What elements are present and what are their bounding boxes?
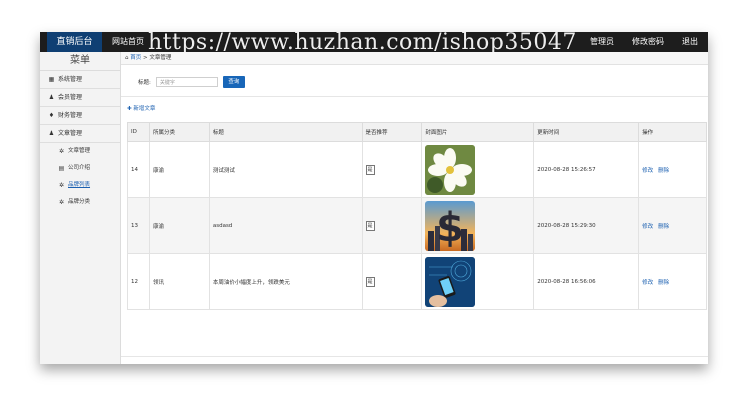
sidebar-item-articles[interactable]: ♟ 文章管理 — [40, 125, 120, 143]
sidebar: 菜单 ▦ 系统管理 ♟ 会员管理 ♦ 财务管理 ♟ 文章管理 ✲ 文章管理 ▤ … — [40, 52, 121, 364]
cell-recommend: 是 — [361, 197, 423, 254]
delete-link[interactable]: 删除 — [658, 280, 669, 286]
recommend-badge[interactable]: 是 — [365, 220, 375, 231]
cell-id: 14 — [127, 141, 150, 198]
breadcrumb: ⌂ 首页 > 文章管理 — [121, 52, 708, 65]
cell-updated: 2020-08-28 15:26:57 — [533, 141, 640, 198]
gear-icon: ✲ — [58, 199, 65, 206]
plus-icon: ✚ — [127, 106, 132, 112]
delete-link[interactable]: 删除 — [658, 168, 669, 174]
sidebar-item-finance[interactable]: ♦ 财务管理 — [40, 107, 120, 125]
divider — [121, 356, 708, 357]
sidebar-item-members[interactable]: ♟ 会员管理 — [40, 89, 120, 107]
edit-link[interactable]: 修改 — [642, 280, 653, 286]
cell-category: 康渝 — [148, 197, 210, 254]
cell-category: 康渝 — [148, 141, 210, 198]
cell-updated: 2020-08-28 15:29:30 — [533, 197, 640, 254]
sidebar-item-label: 文章管理 — [58, 130, 83, 137]
divider — [121, 96, 708, 97]
articles-table: ID 所属分类 标题 是否推荐 封面图片 更新时间 操作 14 康渝 测试测试 … — [127, 122, 707, 310]
sidebar-sub-label: 品牌分类 — [68, 199, 91, 205]
top-bar: 直销后台 网站首页 管理员 修改密码 退出 https://www.huzhan… — [40, 32, 708, 55]
top-right-nav: 管理员 修改密码 退出 — [590, 32, 698, 52]
edit-link[interactable]: 修改 — [642, 224, 653, 230]
logout-link[interactable]: 退出 — [682, 32, 698, 52]
col-updated: 更新时间 — [533, 122, 640, 142]
user-icon: ♟ — [48, 130, 55, 137]
add-article-label: 新增文章 — [133, 106, 156, 112]
gear-icon: ✲ — [58, 148, 65, 155]
col-cover: 封面图片 — [421, 122, 535, 142]
sidebar-sub-brand-category[interactable]: ✲ 品牌分类 — [40, 194, 120, 211]
site-home-link[interactable]: 网站首页 — [112, 32, 144, 52]
sidebar-item-label: 会员管理 — [58, 94, 83, 101]
search-label: 标题: — [138, 80, 151, 86]
cell-actions: 修改 删除 — [638, 197, 707, 254]
settings-icon: ▦ — [48, 76, 55, 83]
recommend-badge[interactable]: 是 — [365, 164, 375, 175]
add-article-button[interactable]: ✚ 新增文章 — [127, 104, 155, 112]
recommend-badge[interactable]: 是 — [365, 276, 375, 287]
sidebar-sub-label: 文章管理 — [68, 148, 91, 154]
cell-cover — [421, 253, 535, 310]
cell-cover — [421, 141, 535, 198]
cell-title: 本周油价小幅度上升，领跌美元 — [208, 253, 363, 310]
cell-id: 13 — [127, 197, 150, 254]
cell-recommend: 是 — [361, 253, 423, 310]
brand-logo: 直销后台 — [47, 32, 102, 52]
table-row: 14 康渝 测试测试 是 2020-08-28 15:26:57 修改 删除 — [127, 141, 707, 198]
cell-actions: 修改 删除 — [638, 141, 707, 198]
dollar-city-image: $ — [425, 200, 476, 251]
sidebar-title: 菜单 — [40, 52, 120, 71]
delete-link[interactable]: 删除 — [658, 224, 669, 230]
cell-title: asdasd — [208, 197, 363, 254]
breadcrumb-separator: > — [143, 55, 148, 61]
col-actions: 操作 — [638, 122, 707, 142]
col-title: 标题 — [208, 122, 363, 142]
col-category: 所属分类 — [148, 122, 210, 142]
sidebar-sub-label: 公司介绍 — [68, 165, 91, 171]
admin-link[interactable]: 管理员 — [590, 32, 614, 52]
table-header-row: ID 所属分类 标题 是否推荐 封面图片 更新时间 操作 — [127, 122, 707, 142]
cell-updated: 2020-08-28 16:56:06 — [533, 253, 640, 310]
app-window: 直销后台 网站首页 管理员 修改密码 退出 https://www.huzhan… — [40, 32, 708, 364]
svg-text:$: $ — [436, 205, 464, 251]
cell-actions: 修改 删除 — [638, 253, 707, 310]
flower-image — [425, 144, 476, 195]
gear-icon: ✲ — [58, 182, 65, 189]
change-password-link[interactable]: 修改密码 — [632, 32, 664, 52]
sidebar-item-label: 系统管理 — [58, 76, 83, 83]
phone-tech-image — [425, 256, 476, 307]
breadcrumb-home[interactable]: 首页 — [130, 55, 141, 61]
col-recommend: 是否推荐 — [361, 122, 423, 142]
sidebar-sub-label: 品牌列表 — [68, 182, 91, 188]
sidebar-item-system[interactable]: ▦ 系统管理 — [40, 71, 120, 89]
sidebar-sub-brand-list[interactable]: ✲ 品牌列表 — [40, 177, 120, 194]
cell-title: 测试测试 — [208, 141, 363, 198]
sidebar-sub-company-intro[interactable]: ▤ 公司介绍 — [40, 160, 120, 177]
table-row: 12 领讯 本周油价小幅度上升，领跌美元 是 2020-08-28 16:56:… — [127, 253, 707, 310]
user-icon: ♟ — [48, 94, 55, 101]
cell-recommend: 是 — [361, 141, 423, 198]
main-content: ⌂ 首页 > 文章管理 标题: 关键字 查询 ✚ 新增文章 ID 所属分类 标题… — [121, 52, 708, 364]
finance-icon: ♦ — [48, 112, 55, 119]
search-input[interactable]: 关键字 — [155, 77, 218, 87]
building-icon: ▤ — [58, 165, 65, 172]
col-id: ID — [127, 122, 150, 142]
table-row: 13 康渝 asdasd 是 $ 2020-08-28 15:29:30 修改 … — [127, 197, 707, 254]
cell-id: 12 — [127, 253, 150, 310]
cell-cover: $ — [421, 197, 535, 254]
cell-category: 领讯 — [148, 253, 210, 310]
breadcrumb-current: 文章管理 — [149, 55, 172, 61]
sidebar-item-label: 财务管理 — [58, 112, 83, 119]
edit-link[interactable]: 修改 — [642, 168, 653, 174]
home-icon: ⌂ — [125, 55, 129, 61]
search-button[interactable]: 查询 — [222, 76, 245, 88]
sidebar-sub-article-manage[interactable]: ✲ 文章管理 — [40, 143, 120, 160]
search-form: 标题: 关键字 查询 — [138, 76, 245, 88]
